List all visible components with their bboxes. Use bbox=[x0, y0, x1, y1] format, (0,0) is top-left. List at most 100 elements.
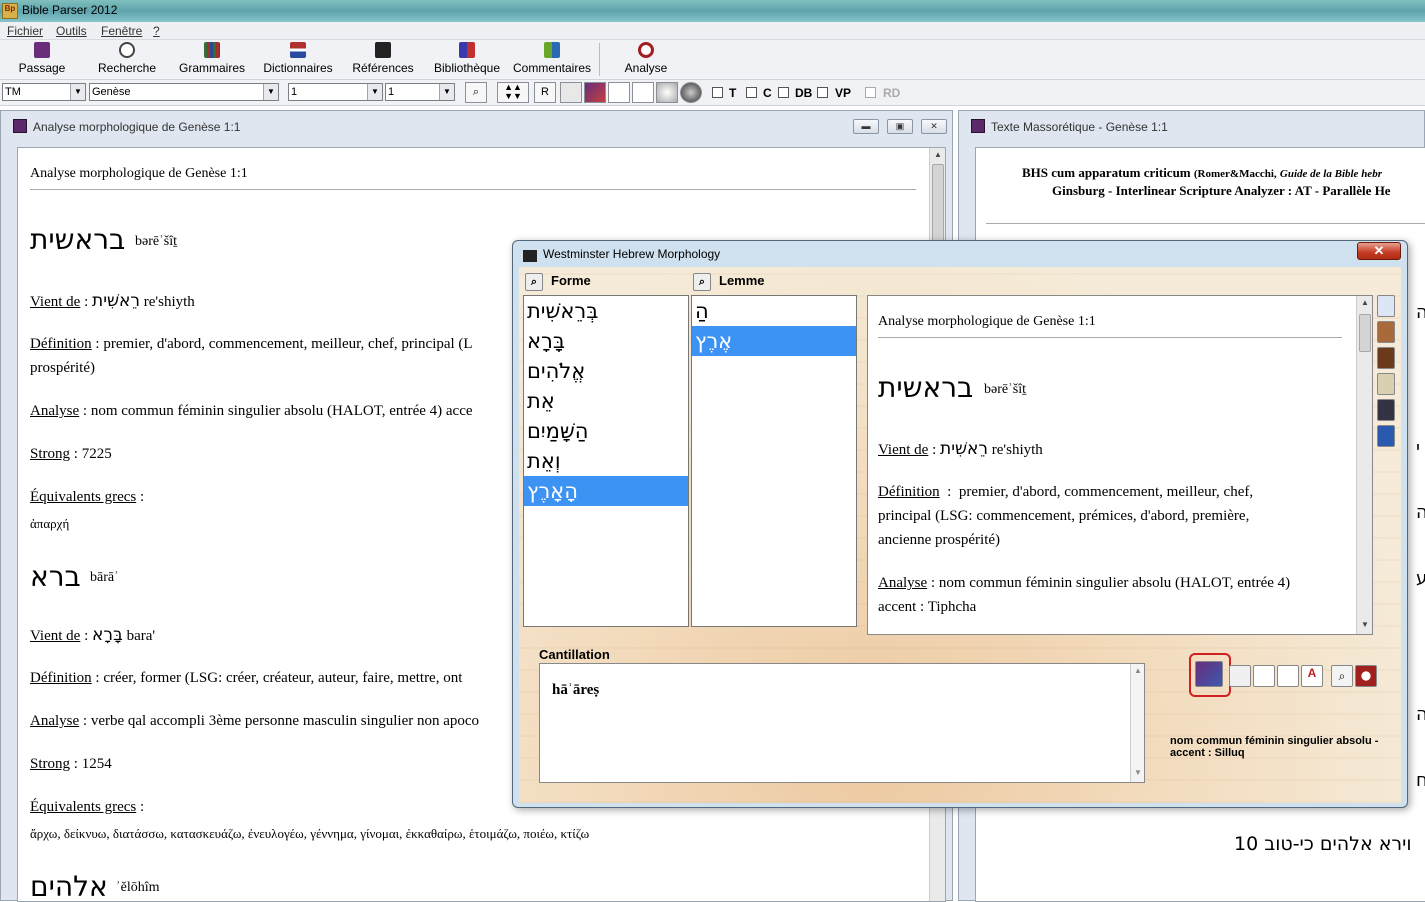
cantillation-label: Cantillation bbox=[539, 647, 610, 662]
shield-icon[interactable] bbox=[1377, 425, 1395, 447]
checkbox-rd[interactable] bbox=[865, 87, 876, 98]
book-cover-icon[interactable] bbox=[1377, 347, 1395, 369]
resources-line-2[interactable]: Ginsburg - Interlinear Scripture Analyze… bbox=[1052, 183, 1391, 199]
dictionary-icon bbox=[290, 42, 306, 58]
menu-help[interactable]: ? bbox=[153, 24, 160, 38]
dialog-analysis-document: Analyse morphologique de Genèse 1:1 בראש… bbox=[867, 295, 1373, 635]
entry-translit: ʾĕlōhîm bbox=[116, 880, 160, 895]
book-cover-icon[interactable] bbox=[1377, 399, 1395, 421]
dialog-body: ⌕ Forme בְּרֵאשִׁית בָּרָא אֱלֹהִים אֵת … bbox=[519, 267, 1401, 803]
text-view-icon[interactable] bbox=[560, 82, 582, 103]
cantillation-field[interactable]: hāʾāreṣ ▲ ▼ bbox=[539, 663, 1145, 783]
list-item-selected[interactable]: אֶרֶץ bbox=[692, 326, 856, 356]
hebrew-letter: ה bbox=[1416, 704, 1425, 725]
accent-row: accent : Tiphcha bbox=[878, 599, 977, 615]
entry-translit: bərēʾšîṯ bbox=[135, 234, 177, 249]
scroll-up-icon[interactable]: ▲ bbox=[934, 150, 942, 159]
greek-label-row: Équivalents grecs : bbox=[30, 489, 145, 505]
toolbar-separator bbox=[599, 43, 600, 76]
app-title: Bible Parser 2012 bbox=[22, 3, 118, 17]
scroll-thumb[interactable] bbox=[1359, 314, 1371, 352]
hebrew-letter: ה bbox=[1416, 502, 1425, 523]
globe-icon[interactable] bbox=[680, 82, 702, 103]
doc-title: Analyse morphologique de Genèse 1:1 bbox=[30, 166, 248, 181]
analyse-button[interactable]: Analyse bbox=[620, 42, 672, 78]
search-icon[interactable]: ⌕ bbox=[525, 273, 543, 291]
checkbox-db[interactable] bbox=[778, 87, 789, 98]
version-select[interactable]: TM ▼ bbox=[2, 83, 86, 101]
menu-fichier[interactable]: Fichier bbox=[7, 24, 43, 38]
book-cover-icon[interactable] bbox=[1377, 373, 1395, 395]
verse-10-text: 10 וירא אלהים כי-טוב bbox=[1234, 833, 1412, 855]
checkbox-t[interactable] bbox=[712, 87, 723, 98]
scroll-thumb[interactable] bbox=[932, 164, 944, 244]
search-icon[interactable]: ⌕ bbox=[1331, 665, 1353, 687]
menu-outils[interactable]: Outils bbox=[56, 24, 87, 38]
tree-icon[interactable] bbox=[608, 82, 630, 103]
commentaires-button[interactable]: Commentaires bbox=[512, 42, 592, 78]
minimize-button[interactable]: ▬ bbox=[853, 119, 879, 134]
tools-icon[interactable] bbox=[1277, 665, 1299, 687]
list-item[interactable]: וְאֵת bbox=[524, 446, 688, 476]
bhs-link[interactable]: BHS cum apparatum criticum bbox=[1022, 165, 1191, 180]
scroll-up-icon[interactable]: ▲ bbox=[1361, 298, 1369, 307]
menu-fenetre[interactable]: Fenêtre bbox=[101, 24, 142, 38]
analyse-row: Analyse : verbe qal accompli 3ème person… bbox=[30, 713, 480, 729]
verse-stepper[interactable]: ▲▲ ▼▼ bbox=[497, 82, 529, 103]
list-item[interactable]: אֱלֹהִים bbox=[524, 356, 688, 386]
dialog-close-button[interactable]: ✕ bbox=[1357, 242, 1401, 260]
lemme-header: ⌕ Lemme bbox=[691, 271, 855, 293]
entry-translit: bārāʾ bbox=[90, 570, 119, 585]
book-icon bbox=[34, 42, 50, 58]
list-item[interactable]: הַ bbox=[692, 296, 856, 326]
checkbox-c[interactable] bbox=[746, 87, 757, 98]
close-button[interactable]: ✕ bbox=[921, 119, 947, 134]
morphology-dialog: Westminster Hebrew Morphology ✕ ⌕ Forme … bbox=[512, 240, 1408, 808]
grammaires-button[interactable]: Grammaires bbox=[178, 42, 246, 78]
search-icon[interactable]: ⌕ bbox=[693, 273, 711, 291]
window-icon bbox=[971, 119, 985, 133]
chevron-down-icon: ▼ bbox=[70, 84, 85, 100]
bookmark-icon[interactable] bbox=[1377, 295, 1395, 317]
vertical-scrollbar[interactable]: ▲ ▼ bbox=[1130, 664, 1144, 782]
entry-hebrew: אלהים bbox=[30, 870, 108, 902]
list-item[interactable]: בְּרֵאשִׁית bbox=[524, 296, 688, 326]
references-button[interactable]: Références bbox=[352, 42, 414, 78]
analysis-icon[interactable] bbox=[1355, 665, 1377, 687]
lemme-list[interactable]: הַ אֶרֶץ bbox=[691, 295, 857, 627]
passage-button[interactable]: Passage bbox=[10, 42, 74, 78]
strong-row: Strong : 1254 bbox=[30, 756, 112, 772]
r-button[interactable]: R bbox=[534, 82, 556, 103]
forme-list[interactable]: בְּרֵאשִׁית בָּרָא אֱלֹהִים אֵת הַשָּׁמַ… bbox=[523, 295, 689, 627]
pdf-icon[interactable]: A bbox=[1301, 665, 1323, 687]
book-select[interactable]: Genèse ▼ bbox=[89, 83, 279, 101]
list-item[interactable]: אֵת bbox=[524, 386, 688, 416]
guide-link[interactable]: Guide de la Bible hebr bbox=[1280, 168, 1382, 180]
bibliotheque-button[interactable]: Bibliothèque bbox=[432, 42, 502, 78]
list-item[interactable]: הַשָּׁמַיִם bbox=[524, 416, 688, 446]
divider bbox=[878, 337, 1342, 338]
scroll-down-icon[interactable]: ▼ bbox=[1361, 620, 1369, 629]
references-icon bbox=[375, 42, 391, 58]
dictionnaires-button[interactable]: Dictionnaires bbox=[262, 42, 334, 78]
disc-icon[interactable] bbox=[656, 82, 678, 103]
vertical-scrollbar[interactable]: ▲ ▼ bbox=[1356, 296, 1372, 634]
list-item-selected[interactable]: הָאָרֶץ bbox=[524, 476, 688, 506]
checkbox-vp[interactable] bbox=[817, 87, 828, 98]
text-view-icon[interactable] bbox=[1229, 665, 1251, 687]
list-item[interactable]: בָּרָא bbox=[524, 326, 688, 356]
chapter-select[interactable]: 1 ▼ bbox=[288, 83, 383, 101]
recherche-button[interactable]: Recherche bbox=[94, 42, 160, 78]
morph-note: nom commun féminin singulier absolu - ac… bbox=[1170, 735, 1379, 759]
zoom-search-button[interactable]: ⌕ bbox=[465, 82, 487, 103]
maximize-button[interactable]: ▣ bbox=[887, 119, 913, 134]
tree-icon[interactable] bbox=[1253, 665, 1275, 687]
tools-icon[interactable] bbox=[632, 82, 654, 103]
scroll-down-icon[interactable]: ▼ bbox=[1134, 768, 1142, 777]
verse-select[interactable]: 1 ▼ bbox=[385, 83, 455, 101]
books-stack-icon[interactable] bbox=[1195, 661, 1223, 687]
scroll-up-icon[interactable]: ▲ bbox=[1134, 666, 1142, 675]
analyse-row: Analyse : nom commun féminin singulier a… bbox=[878, 575, 1291, 591]
book-cover-icon[interactable] bbox=[1377, 321, 1395, 343]
books-stack-icon[interactable] bbox=[584, 82, 606, 103]
